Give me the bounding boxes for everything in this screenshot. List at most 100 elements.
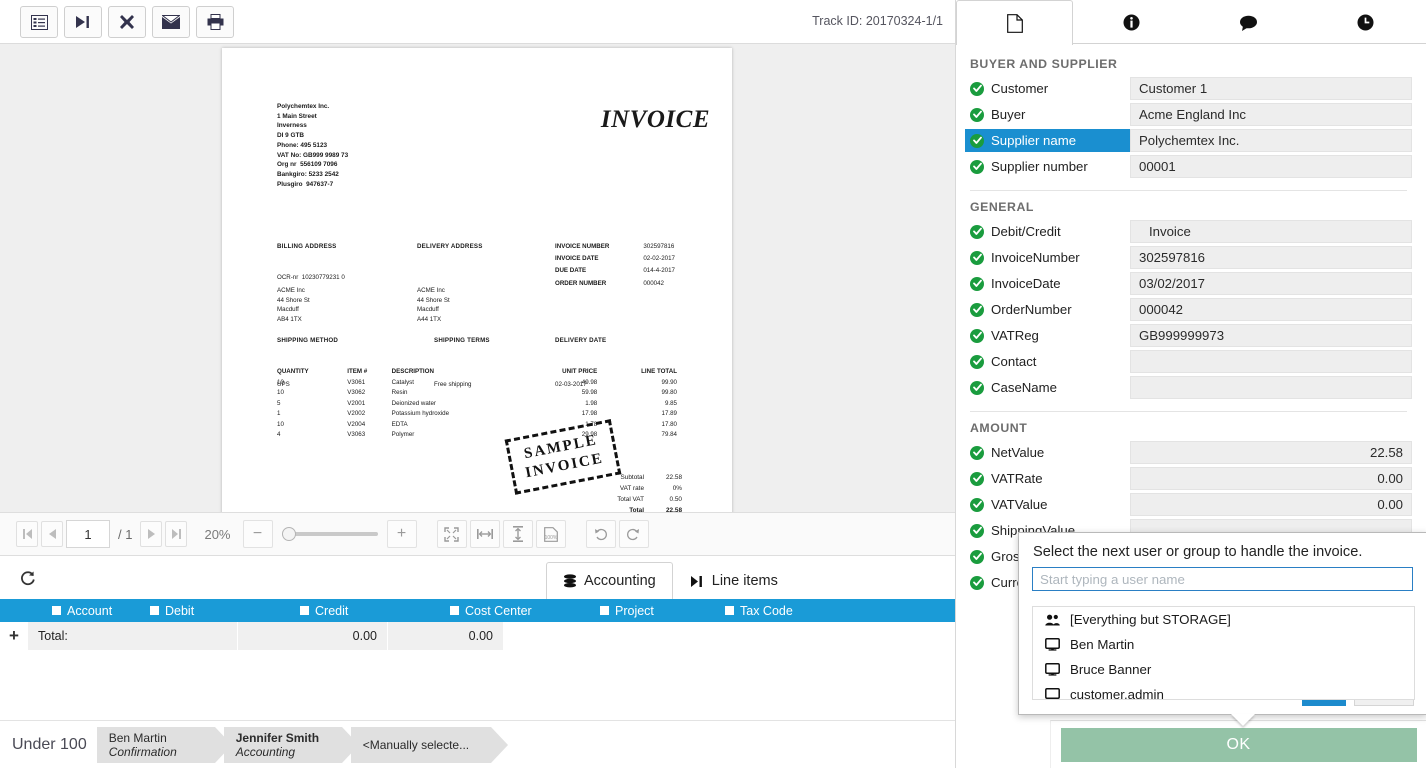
field-label-text: CaseName <box>991 380 1057 395</box>
field-value-input[interactable]: Acme England Inc <box>1130 103 1412 126</box>
add-row-button[interactable]: + <box>0 626 28 646</box>
field-label-vatreg[interactable]: VATReg <box>965 324 1130 347</box>
workflow-step[interactable]: Jennifer SmithAccounting <box>224 727 342 763</box>
user-suggestion-item[interactable]: customer.admin <box>1033 682 1414 700</box>
refresh-button[interactable] <box>14 565 40 591</box>
field-label-debit-credit[interactable]: Debit/Credit <box>965 220 1130 243</box>
page-number-input[interactable] <box>66 520 110 548</box>
field-value-input[interactable] <box>1130 376 1412 399</box>
tab-document[interactable] <box>956 0 1073 45</box>
grid-column-header[interactable]: Project <box>590 604 715 618</box>
field-value-input[interactable]: 000042 <box>1130 298 1412 321</box>
column-filter-box[interactable] <box>450 606 459 615</box>
field-row[interactable]: Debit/CreditInvoice <box>965 220 1412 243</box>
field-row[interactable]: InvoiceDate03/02/2017 <box>965 272 1412 295</box>
field-label-casename[interactable]: CaseName <box>965 376 1130 399</box>
workflow-step[interactable]: Ben MartinConfirmation <box>97 727 215 763</box>
field-label-vatvalue[interactable]: VATValue <box>965 493 1130 516</box>
actual-size-button[interactable]: 100% <box>536 520 566 548</box>
zoom-in-button[interactable]: + <box>387 520 417 548</box>
grid-column-header[interactable]: Credit <box>290 604 440 618</box>
column-filter-box[interactable] <box>300 606 309 615</box>
ok-button[interactable]: OK <box>1061 728 1417 762</box>
field-label-buyer[interactable]: Buyer <box>965 103 1130 126</box>
field-label-supplier-name[interactable]: Supplier name <box>965 129 1130 152</box>
fit-height-button[interactable] <box>503 520 533 548</box>
grid-column-header[interactable]: Cost Center <box>440 604 590 618</box>
workflow-steps: Ben MartinConfirmationJennifer SmithAcco… <box>97 727 500 763</box>
field-value-input[interactable]: 00001 <box>1130 155 1412 178</box>
fit-page-button[interactable] <box>437 520 467 548</box>
column-filter-box[interactable] <box>725 606 734 615</box>
tab-history[interactable] <box>1307 0 1424 44</box>
field-value-input[interactable]: GB999999973 <box>1130 324 1412 347</box>
print-button[interactable] <box>196 6 234 38</box>
user-suggestion-list[interactable]: [Everything but STORAGE]Ben MartinBruce … <box>1032 606 1415 700</box>
tab-comments[interactable] <box>1190 0 1307 44</box>
first-page-button[interactable] <box>16 521 38 547</box>
reject-button[interactable] <box>108 6 146 38</box>
rotate-right-button[interactable] <box>619 520 649 548</box>
field-label-text: Supplier number <box>991 159 1088 174</box>
field-value-input[interactable]: 03/02/2017 <box>1130 272 1412 295</box>
zoom-out-button[interactable]: − <box>243 520 273 548</box>
workflow-step[interactable]: <Manually selecte... <box>351 727 491 763</box>
field-row[interactable]: CustomerCustomer 1 <box>965 77 1412 100</box>
field-row[interactable]: BuyerAcme England Inc <box>965 103 1412 126</box>
field-value-input[interactable]: Invoice <box>1130 220 1412 243</box>
rotate-left-button[interactable] <box>586 520 616 548</box>
field-label-vatrate[interactable]: VATRate <box>965 467 1130 490</box>
tab-line-items[interactable]: Line items <box>673 562 795 599</box>
items-col-header: UNIT PRICE <box>519 368 597 379</box>
document-viewport[interactable]: INVOICE Polychemtex Inc. 1 Main Street I… <box>0 44 955 512</box>
column-filter-box[interactable] <box>52 606 61 615</box>
field-value-input[interactable] <box>1130 350 1412 373</box>
field-row[interactable]: VATRate0.00 <box>965 467 1412 490</box>
last-page-button[interactable] <box>165 521 187 547</box>
field-value-input[interactable]: 22.58 <box>1130 441 1412 464</box>
field-row[interactable]: Supplier namePolychemtex Inc. <box>965 129 1412 152</box>
field-label-ordernumber[interactable]: OrderNumber <box>965 298 1130 321</box>
skip-next-button[interactable] <box>64 6 102 38</box>
user-search-input[interactable]: Start typing a user name <box>1032 567 1413 591</box>
column-filter-box[interactable] <box>600 606 609 615</box>
field-row[interactable]: VATValue0.00 <box>965 493 1412 516</box>
field-label-invoicedate[interactable]: InvoiceDate <box>965 272 1130 295</box>
fit-width-button[interactable] <box>470 520 500 548</box>
field-row[interactable]: VATRegGB999999973 <box>965 324 1412 347</box>
grid-column-header[interactable]: Tax Code <box>715 604 955 618</box>
field-value-input[interactable]: 302597816 <box>1130 246 1412 269</box>
user-suggestion-item[interactable]: Bruce Banner <box>1033 657 1414 682</box>
field-value-input[interactable]: 0.00 <box>1130 493 1412 516</box>
mail-button[interactable] <box>152 6 190 38</box>
user-suggestion-item[interactable]: [Everything but STORAGE] <box>1033 607 1414 632</box>
field-row[interactable]: OrderNumber000042 <box>965 298 1412 321</box>
zoom-level-label: 20% <box>204 527 230 542</box>
field-row[interactable]: Supplier number 00001 <box>965 155 1412 178</box>
grid-column-header[interactable]: Debit <box>140 604 290 618</box>
user-suggestion-item[interactable]: Ben Martin <box>1033 632 1414 657</box>
column-filter-box[interactable] <box>150 606 159 615</box>
grid-column-header[interactable]: Account <box>0 604 140 618</box>
field-row[interactable]: CaseName <box>965 376 1412 399</box>
details-panel: BUYER AND SUPPLIERCustomerCustomer 1Buye… <box>955 0 1426 768</box>
prev-page-button[interactable] <box>41 521 63 547</box>
field-label-invoicenumber[interactable]: InvoiceNumber <box>965 246 1130 269</box>
field-row[interactable]: NetValue22.58 <box>965 441 1412 464</box>
field-row[interactable]: Contact <box>965 350 1412 373</box>
field-label-supplier-number[interactable]: Supplier number <box>965 155 1130 178</box>
field-label-netvalue[interactable]: NetValue <box>965 441 1130 464</box>
field-label-customer[interactable]: Customer <box>965 77 1130 100</box>
tab-info[interactable] <box>1073 0 1190 44</box>
popup-title: Select the next user or group to handle … <box>1019 533 1426 560</box>
field-value-input[interactable]: Customer 1 <box>1130 77 1412 100</box>
field-value-input[interactable]: Polychemtex Inc. <box>1130 129 1412 152</box>
list-icon-button[interactable] <box>20 6 58 38</box>
field-value-input[interactable]: 0.00 <box>1130 467 1412 490</box>
tab-accounting[interactable]: Accounting <box>546 562 673 599</box>
zoom-slider[interactable] <box>282 520 378 548</box>
zoom-slider-knob[interactable] <box>282 527 296 541</box>
field-row[interactable]: InvoiceNumber302597816 <box>965 246 1412 269</box>
field-label-contact[interactable]: Contact <box>965 350 1130 373</box>
next-page-button[interactable] <box>140 521 162 547</box>
